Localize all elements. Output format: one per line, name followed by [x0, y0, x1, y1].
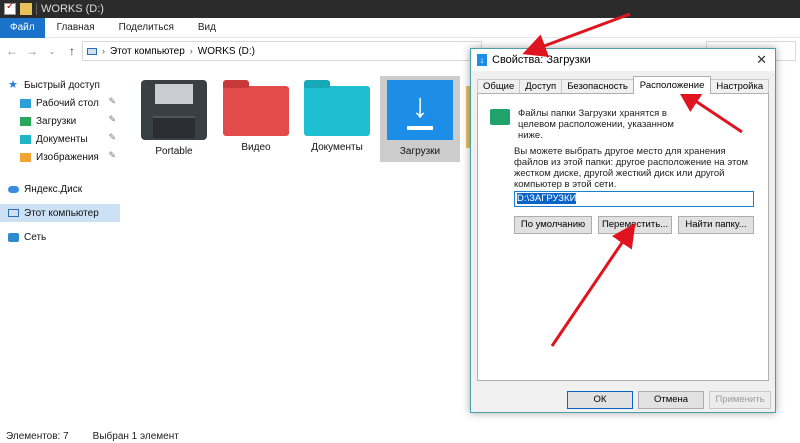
nav-item-downloads[interactable]: Загрузки ✎	[0, 112, 120, 130]
nav-item-label: Загрузки	[36, 115, 77, 127]
documents-folder-icon	[20, 134, 31, 144]
forward-arrow-icon[interactable]: →	[26, 44, 38, 58]
titlebar-separator	[36, 3, 37, 15]
apply-button[interactable]: Применить	[709, 391, 771, 409]
window-title: WORKS (D:)	[41, 3, 104, 15]
desktop-folder-icon	[20, 98, 31, 108]
folder-portable[interactable]: Portable	[134, 76, 214, 162]
computer-icon	[8, 209, 19, 217]
tab-customize[interactable]: Настройка	[710, 79, 770, 94]
breadcrumb-this-pc[interactable]: Этот компьютер	[110, 46, 185, 57]
back-arrow-icon[interactable]: ←	[6, 44, 18, 58]
folder-label: Portable	[155, 146, 193, 157]
properties-check-icon[interactable]	[4, 1, 16, 15]
cloud-icon	[8, 185, 19, 193]
recent-chevron-icon[interactable]: ⌄	[46, 47, 58, 56]
dialog-titlebar[interactable]: ↓ Свойства: Загрузки ✕	[471, 49, 775, 71]
navigation-pane: ★ Быстрый доступ Рабочий стол ✎ Загрузки…	[0, 76, 120, 246]
ribbon-tab-file[interactable]: Файл	[0, 17, 45, 38]
new-folder-icon[interactable]	[20, 3, 32, 15]
nav-network[interactable]: Сеть	[0, 228, 120, 246]
location-info: Файлы папки Загрузки хранятся в целевом …	[490, 108, 698, 141]
pin-icon: ✎	[108, 132, 116, 142]
nav-yandex-disk[interactable]: Яндекс.Диск	[0, 180, 120, 198]
ok-button[interactable]: ОК	[567, 391, 633, 409]
nav-this-pc-label: Этот компьютер	[24, 207, 99, 219]
explorer-titlebar: WORKS (D:)	[0, 0, 800, 18]
folder-label: Видео	[241, 142, 271, 153]
nav-item-documents[interactable]: Документы ✎	[0, 130, 120, 148]
green-folder-icon	[490, 109, 510, 125]
nav-item-label: Изображения	[36, 151, 99, 163]
nav-item-desktop[interactable]: Рабочий стол ✎	[0, 94, 120, 112]
nav-this-pc[interactable]: Этот компьютер	[0, 204, 120, 222]
download-arrow-icon	[387, 80, 453, 140]
chevron-right-icon[interactable]: ›	[190, 46, 193, 56]
pictures-folder-icon	[20, 152, 31, 162]
folder-documents[interactable]: Документы	[297, 76, 377, 162]
properties-dialog: ↓ Свойства: Загрузки ✕ Общие Доступ Безо…	[470, 48, 776, 413]
ribbon-tab-share[interactable]: Поделиться	[107, 18, 186, 38]
tab-general[interactable]: Общие	[477, 79, 521, 94]
red-folder-icon	[223, 80, 289, 136]
pin-icon: ✎	[108, 114, 116, 124]
pin-icon: ✎	[108, 150, 116, 160]
tab-location[interactable]: Расположение	[632, 76, 712, 94]
nav-item-pictures[interactable]: Изображения ✎	[0, 148, 120, 166]
folder-path-input[interactable]: D:\ЗАГРУЗКИ	[514, 191, 754, 207]
status-bar: Элементов: 7 Выбран 1 элемент	[0, 430, 800, 443]
dialog-tabs: Общие Доступ Безопасность Расположение Н…	[477, 76, 770, 94]
dialog-title: Свойства: Загрузки	[492, 54, 591, 66]
tab-security[interactable]: Безопасность	[561, 79, 634, 94]
ribbon-tabs: Файл Главная Поделиться Вид	[0, 17, 800, 38]
download-folder-icon: ↓	[477, 54, 487, 66]
teal-folder-icon	[304, 80, 370, 136]
nav-quick-access-label: Быстрый доступ	[24, 79, 100, 91]
location-hint-text: Вы можете выбрать другое место для хране…	[514, 146, 749, 190]
folder-label: Загрузки	[399, 146, 441, 157]
folder-downloads[interactable]: Загрузки	[380, 76, 460, 162]
find-folder-button[interactable]: Найти папку...	[678, 216, 754, 234]
ribbon-tab-home[interactable]: Главная	[45, 18, 107, 38]
nav-yandex-label: Яндекс.Диск	[24, 183, 83, 195]
this-pc-icon	[87, 47, 97, 55]
close-icon[interactable]: ✕	[756, 52, 767, 68]
tab-sharing[interactable]: Доступ	[519, 79, 563, 94]
network-icon	[8, 232, 19, 242]
breadcrumb-works-drive[interactable]: WORKS (D:)	[198, 46, 255, 57]
folder-label: Документы	[311, 142, 363, 153]
star-icon: ★	[8, 78, 18, 91]
address-bar[interactable]: › Этот компьютер › WORKS (D:)	[82, 41, 482, 61]
status-item-count: Элементов: 7	[6, 431, 69, 442]
pin-icon: ✎	[108, 96, 116, 106]
folder-video[interactable]: Видео	[216, 76, 296, 162]
downloads-folder-icon	[20, 116, 31, 126]
ribbon-tab-view[interactable]: Вид	[186, 18, 228, 38]
cancel-button[interactable]: Отмена	[638, 391, 704, 409]
nav-item-label: Документы	[36, 133, 88, 145]
status-selected-count: Выбран 1 элемент	[92, 431, 179, 442]
location-info-text: Файлы папки Загрузки хранятся в целевом …	[518, 108, 674, 141]
folder-path-value: D:\ЗАГРУЗКИ	[517, 193, 577, 204]
up-arrow-icon[interactable]: ↑	[66, 44, 78, 58]
nav-quick-access[interactable]: ★ Быстрый доступ	[0, 76, 120, 94]
chevron-right-icon[interactable]: ›	[102, 46, 105, 56]
restore-default-button[interactable]: По умолчанию	[514, 216, 592, 234]
nav-network-label: Сеть	[24, 231, 47, 243]
move-button[interactable]: Переместить...	[598, 216, 672, 234]
nav-item-label: Рабочий стол	[36, 97, 99, 109]
location-tab-panel: Файлы папки Загрузки хранятся в целевом …	[477, 93, 769, 381]
floppy-disk-icon	[141, 80, 207, 140]
